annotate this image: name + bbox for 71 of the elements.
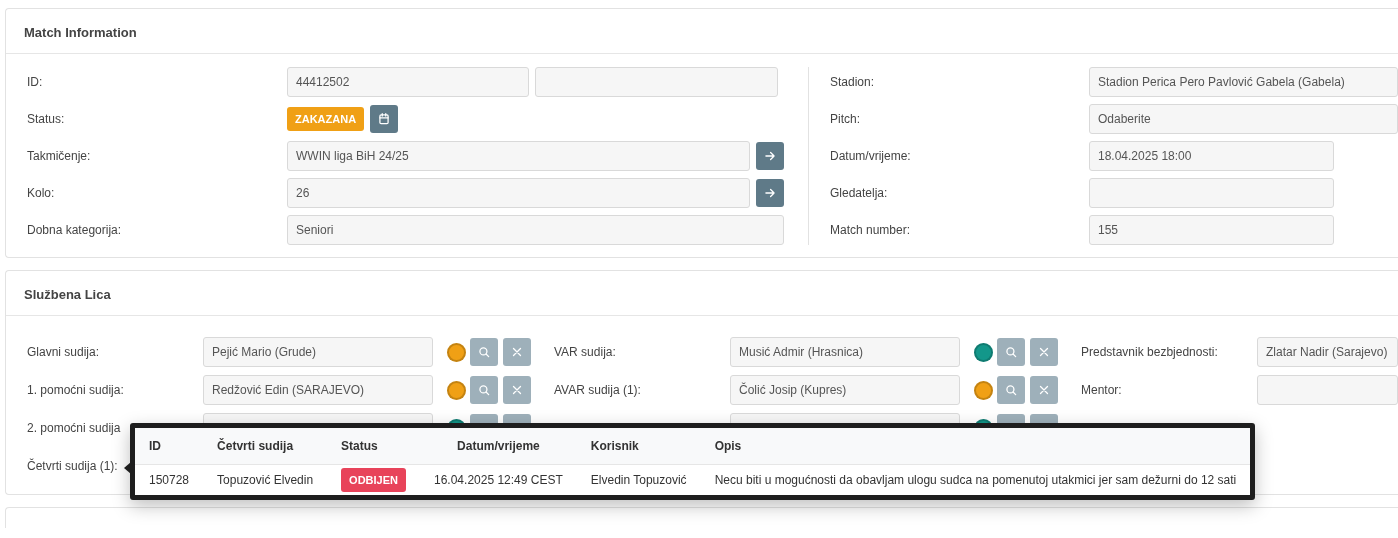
close-icon [510, 383, 524, 397]
column-header: Status [327, 428, 420, 465]
field-label: Kolo: [27, 186, 56, 200]
table-cell: Topuzović Elvedin [203, 464, 328, 495]
status-badge: ODBIJEN [341, 468, 406, 492]
input-field[interactable]: 44412502 [287, 67, 529, 97]
input-field[interactable]: Odaberite [1089, 104, 1398, 134]
input-field[interactable] [535, 67, 778, 97]
input-field[interactable] [1089, 178, 1334, 208]
search-icon [477, 383, 491, 397]
card-title: Službena Lica [24, 287, 111, 302]
table-cell: Necu biti u mogućnosti da obavljam ulogu sudca na pomenutoj utakmici jer sam dežurni do 12 sati [700, 464, 1251, 495]
calendar-button[interactable] [370, 105, 399, 133]
search-button[interactable] [997, 376, 1025, 404]
input-field[interactable] [1257, 375, 1398, 405]
column-header: ID [135, 428, 204, 465]
field-label: Pitch: [830, 112, 861, 126]
field-label: Datum/vrijeme: [830, 149, 912, 163]
search-button[interactable] [997, 338, 1025, 366]
field-label: Takmičenje: [27, 149, 92, 163]
open-button[interactable] [756, 179, 784, 207]
field-label: Match number: [830, 223, 912, 237]
input-field[interactable]: Stadion Perica Pero Pavlović Gabela (Gabela) [1089, 67, 1398, 97]
search-icon [1004, 383, 1018, 397]
close-icon [1037, 383, 1051, 397]
input-field[interactable]: WWIN liga BiH 24/25 [287, 141, 750, 171]
clear-button[interactable] [503, 376, 531, 404]
field-label: Predstavnik bezbjednosti: [1081, 345, 1219, 359]
field-label: 1. pomoćni sudija: [27, 383, 125, 397]
status-badge: ZAKAZANA [287, 107, 365, 131]
input-field[interactable]: 155 [1089, 215, 1334, 245]
table-cell: Elvedin Topuzović [576, 464, 701, 495]
field-label: AVAR sudija (1): [554, 383, 642, 397]
table-cell: 150728 [135, 464, 204, 495]
field-label: Mentor: [1081, 383, 1123, 397]
open-button[interactable] [756, 142, 784, 170]
card-title: Match Information [24, 25, 137, 40]
input-field[interactable]: 26 [287, 178, 750, 208]
calendar-icon [377, 112, 392, 126]
field-label: Četvrti sudija (1): [27, 459, 118, 473]
field-label: VAR sudija: [554, 345, 617, 359]
clear-button[interactable] [503, 338, 531, 366]
close-icon [1037, 345, 1051, 359]
field-label: Glavni sudija: [27, 345, 101, 359]
field-label: Gledatelja: [830, 186, 889, 200]
arrow-right-icon [763, 186, 777, 200]
clear-button[interactable] [1030, 376, 1058, 404]
field-label: Status: [27, 112, 66, 126]
field-label: Dobna kategorija: [27, 223, 123, 237]
input-field[interactable]: Pejić Mario (Grude) [203, 337, 433, 367]
search-button[interactable] [470, 376, 498, 404]
search-button[interactable] [470, 338, 498, 366]
clear-button[interactable] [1030, 338, 1058, 366]
table-cell: 16.04.2025 12:49 CEST [420, 464, 577, 495]
input-field[interactable]: Čolić Josip (Kupres) [730, 375, 960, 405]
field-label: 2. pomoćni sudija [27, 421, 122, 435]
column-header: Datum/vrijeme [420, 428, 577, 465]
field-label: Stadion: [830, 75, 876, 89]
column-header: Opis [700, 428, 1251, 465]
column-header: Četvrti sudija [203, 428, 328, 465]
input-field[interactable]: Musić Admir (Hrasnica) [730, 337, 960, 367]
search-icon [477, 345, 491, 359]
input-field[interactable]: Seniori [287, 215, 784, 245]
input-field[interactable]: Redžović Edin (SARAJEVO) [203, 375, 433, 405]
input-field[interactable]: 18.04.2025 18:00 [1089, 141, 1334, 171]
search-icon [1004, 345, 1018, 359]
arrow-right-icon [763, 149, 777, 163]
close-icon [510, 345, 524, 359]
input-field[interactable]: Zlatar Nadir (Sarajevo) [1257, 337, 1398, 367]
column-header: Korisnik [576, 428, 701, 465]
field-label: ID: [27, 75, 44, 89]
